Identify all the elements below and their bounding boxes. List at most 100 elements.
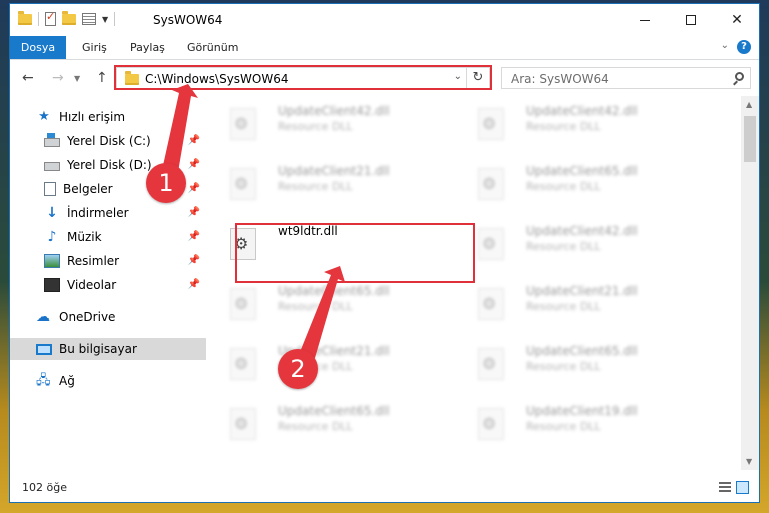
properties-check-icon[interactable] — [45, 10, 56, 26]
address-path[interactable]: C:\Windows\SysWOW64 — [145, 72, 289, 86]
file-item[interactable]: UpdateClient42.dll Resource DLL — [464, 96, 684, 148]
address-dropdown-chevron-icon[interactable]: ⌄ — [454, 71, 462, 82]
sidebar-item-music[interactable]: ♪ Müzik 📌 — [10, 226, 206, 248]
scrollbar-thumb[interactable] — [744, 116, 756, 162]
help-icon[interactable]: ? — [737, 40, 751, 54]
file-item[interactable]: UpdateClient65.dll Resource DLL — [216, 276, 436, 328]
pin-icon[interactable]: 📌 — [188, 255, 200, 266]
tab-share[interactable]: Paylaş — [130, 36, 165, 59]
sidebar-item-onedrive[interactable]: ☁ OneDrive — [10, 306, 206, 328]
refresh-icon[interactable]: ↻ — [466, 68, 489, 88]
file-item[interactable]: UpdateClient65.dll Resource DLL — [216, 396, 436, 448]
tab-file[interactable]: Dosya — [10, 36, 66, 59]
file-type: Resource DLL — [278, 420, 353, 433]
computer-icon — [36, 343, 52, 355]
vertical-scrollbar[interactable]: ▲ ▼ — [741, 96, 759, 470]
sidebar-item-network[interactable]: 🖧 Ağ — [10, 370, 206, 392]
file-name: UpdateClient65.dll — [278, 404, 390, 418]
scroll-up-arrow-icon[interactable]: ▲ — [746, 100, 752, 109]
address-bar[interactable]: C:\Windows\SysWOW64 ⌄ ↻ — [116, 67, 490, 89]
quick-access-toolbar: ▼ — [18, 10, 116, 26]
dll-file-icon — [230, 348, 256, 380]
file-item-wt9ldtr[interactable]: wt9ldtr.dll — [216, 216, 436, 268]
sidebar-item-downloads[interactable]: ↓ İndirmeler 📌 — [10, 202, 206, 224]
dll-file-icon — [230, 108, 256, 140]
sidebar-item-this-pc[interactable]: Bu bilgisayar — [10, 338, 206, 360]
file-name: UpdateClient21.dll — [278, 164, 390, 178]
file-item[interactable]: UpdateClient65.dll Resource DLL — [464, 336, 684, 388]
file-item[interactable]: UpdateClient42.dll Resource DLL — [216, 96, 436, 148]
navigation-bar: ← → ▼ ↑ C:\Windows\SysWOW64 ⌄ ↻ Ara: Sys… — [10, 60, 759, 96]
tab-view[interactable]: Görünüm — [187, 36, 238, 59]
file-item[interactable]: UpdateClient21.dll Resource DLL — [216, 156, 436, 208]
sidebar-item-label: Hızlı erişim — [59, 110, 126, 124]
star-icon: ★ — [38, 109, 50, 124]
file-type: Resource DLL — [526, 120, 601, 133]
file-item[interactable]: UpdateClient65.dll Resource DLL — [464, 156, 684, 208]
search-icon[interactable] — [735, 72, 744, 81]
documents-icon — [44, 182, 56, 196]
dll-file-icon — [230, 288, 256, 320]
file-name: UpdateClient42.dll — [526, 104, 638, 118]
file-type: Resource DLL — [526, 180, 601, 193]
title-bar: ▼ SysWOW64 ✕ — [10, 4, 759, 36]
maximize-button[interactable] — [668, 4, 714, 36]
file-item[interactable]: UpdateClient21.dll Resource DLL — [216, 336, 436, 388]
file-item[interactable]: UpdateClient19.dll Resource DLL — [464, 396, 684, 448]
file-item[interactable]: UpdateClient21.dll Resource DLL — [464, 276, 684, 328]
dll-file-icon — [230, 168, 256, 200]
minimize-button[interactable] — [622, 4, 668, 36]
ribbon-tabs: Dosya Giriş Paylaş Görünüm ⌄ ? — [10, 36, 759, 60]
pin-icon[interactable]: 📌 — [188, 183, 200, 194]
search-placeholder: Ara: SysWOW64 — [511, 72, 609, 86]
expand-ribbon-chevron-icon[interactable]: ⌄ — [721, 40, 729, 51]
back-arrow-icon[interactable]: ← — [22, 70, 34, 86]
dll-file-icon — [478, 168, 504, 200]
drive-icon — [44, 133, 60, 147]
sidebar-item-quick-access[interactable]: ★ Hızlı erişim — [10, 106, 206, 128]
network-icon: 🖧 — [36, 373, 51, 388]
up-arrow-icon[interactable]: ↑ — [96, 70, 108, 86]
cloud-icon: ☁ — [36, 309, 50, 325]
dll-file-icon — [478, 348, 504, 380]
sidebar-item-label: Belgeler — [63, 182, 113, 196]
pin-icon[interactable]: 📌 — [188, 231, 200, 242]
dll-file-icon — [478, 408, 504, 440]
file-type: Resource DLL — [278, 120, 353, 133]
window-title: SysWOW64 — [153, 13, 223, 27]
search-input[interactable]: Ara: SysWOW64 — [501, 67, 751, 89]
sidebar-item-label: Videolar — [67, 278, 117, 292]
pin-icon[interactable]: 📌 — [188, 207, 200, 218]
tab-home[interactable]: Giriş — [82, 36, 107, 59]
file-item[interactable]: UpdateClient42.dll Resource DLL — [464, 216, 684, 268]
sidebar-item-label: Müzik — [67, 230, 102, 244]
navigation-pane: ★ Hızlı erişim Yerel Disk (C:) 📌 Yerel D… — [10, 96, 206, 470]
sidebar-item-disk-c[interactable]: Yerel Disk (C:) 📌 — [10, 130, 206, 152]
sidebar-item-label: Resimler — [67, 254, 120, 268]
customize-toolbar-chevron-icon[interactable]: ▼ — [102, 15, 108, 24]
pin-icon[interactable]: 📌 — [188, 159, 200, 170]
close-button[interactable]: ✕ — [714, 4, 760, 36]
properties-icon[interactable] — [82, 13, 96, 25]
sidebar-item-videos[interactable]: Videolar 📌 — [10, 274, 206, 296]
file-type: Resource DLL — [526, 420, 601, 433]
sidebar-item-pictures[interactable]: Resimler 📌 — [10, 250, 206, 272]
scroll-down-arrow-icon[interactable]: ▼ — [746, 457, 752, 466]
folder-icon — [125, 71, 139, 85]
pin-icon[interactable]: 📌 — [188, 135, 200, 146]
recent-locations-chevron-icon[interactable]: ▼ — [74, 74, 80, 83]
file-name: UpdateClient65.dll — [526, 344, 638, 358]
folder-icon — [18, 10, 32, 25]
details-view-icon[interactable] — [719, 482, 731, 493]
large-icons-view-icon[interactable] — [736, 481, 749, 494]
forward-arrow-icon[interactable]: → — [52, 70, 64, 86]
pin-icon[interactable]: 📌 — [188, 279, 200, 290]
step-2-badge: 2 — [278, 349, 318, 389]
sidebar-item-label: Yerel Disk (D:) — [67, 158, 152, 172]
new-folder-icon[interactable] — [62, 10, 76, 25]
file-name: wt9ldtr.dll — [278, 224, 338, 238]
sidebar-item-label: Bu bilgisayar — [59, 342, 137, 356]
status-bar: 102 öğe — [10, 474, 759, 502]
toolbar-separator — [114, 12, 116, 26]
dll-file-icon — [478, 288, 504, 320]
